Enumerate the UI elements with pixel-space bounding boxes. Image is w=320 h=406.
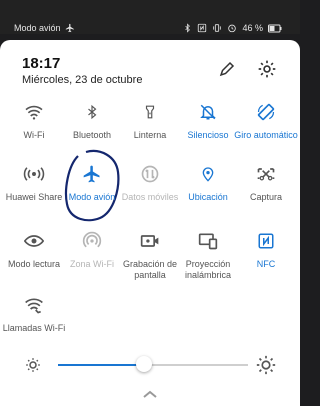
mobile-data-icon bbox=[138, 162, 162, 186]
tile-silent[interactable]: Silencioso bbox=[178, 100, 238, 160]
hand-drawn-circle-icon bbox=[64, 149, 120, 222]
brightness-thumb[interactable] bbox=[135, 356, 152, 372]
tile-label: Captura bbox=[249, 192, 283, 202]
eye-icon bbox=[22, 229, 46, 253]
tile-mobile-data[interactable]: Datos móviles bbox=[120, 162, 180, 222]
brightness-high-icon bbox=[256, 355, 276, 375]
huawei-share-icon bbox=[22, 162, 46, 186]
brightness-track[interactable] bbox=[58, 356, 248, 372]
tile-screen-record[interactable]: Grabación de pantalla bbox=[120, 229, 180, 289]
tile-flashlight[interactable]: Linterna bbox=[120, 100, 180, 160]
settings-gear-icon[interactable] bbox=[256, 58, 278, 80]
bluetooth-status-icon bbox=[185, 23, 191, 33]
airplane-icon bbox=[80, 162, 104, 186]
tile-hotspot[interactable]: Zona Wi-Fi bbox=[62, 229, 122, 289]
hotspot-icon bbox=[80, 229, 104, 253]
battery-icon bbox=[268, 24, 282, 32]
location-icon bbox=[196, 162, 220, 186]
tile-airplane-mode[interactable]: Modo avión bbox=[62, 149, 122, 222]
tile-location[interactable]: Ubicación bbox=[178, 162, 238, 222]
tile-wireless-projection[interactable]: Proyección inalámbrica bbox=[178, 229, 238, 289]
tile-label: NFC bbox=[256, 259, 276, 269]
brightness-fill bbox=[58, 364, 144, 366]
tile-nfc[interactable]: NFC bbox=[236, 229, 296, 289]
screenshot-icon bbox=[254, 162, 278, 186]
edit-icon[interactable] bbox=[216, 58, 238, 80]
brightness-slider[interactable] bbox=[22, 353, 278, 377]
tile-screenshot[interactable]: Captura bbox=[236, 162, 296, 222]
tile-label: Llamadas Wi-Fi bbox=[2, 323, 66, 333]
tile-label: Giro automático bbox=[234, 130, 298, 140]
status-airplane-label: Modo avión bbox=[14, 23, 61, 33]
nfc-icon bbox=[254, 229, 278, 253]
auto-rotate-icon bbox=[254, 100, 278, 124]
battery-percent: 46 % bbox=[242, 23, 263, 33]
quick-settings-panel: 18:17 Miércoles, 23 de octubre Wi-Fi Blu… bbox=[0, 40, 300, 406]
flashlight-icon bbox=[138, 100, 162, 124]
nfc-status-icon bbox=[198, 23, 207, 33]
airplane-status-icon bbox=[65, 23, 74, 33]
clock-time: 18:17 bbox=[22, 55, 61, 72]
tile-huawei-share[interactable]: Huawei Share bbox=[4, 162, 64, 222]
status-bar: Modo avión 46 % bbox=[0, 0, 300, 34]
screen-record-icon bbox=[138, 229, 162, 253]
tile-reading-mode[interactable]: Modo lectura bbox=[4, 229, 64, 289]
projection-icon bbox=[196, 229, 220, 253]
bluetooth-icon bbox=[80, 100, 104, 124]
wifi-icon bbox=[22, 100, 46, 124]
tile-wifi[interactable]: Wi-Fi bbox=[4, 100, 64, 160]
tile-wifi-calling[interactable]: Llamadas Wi-Fi bbox=[3, 293, 65, 353]
vibrate-status-icon bbox=[213, 24, 222, 32]
expand-chevron-icon[interactable] bbox=[140, 388, 160, 400]
alarm-status-icon bbox=[228, 24, 237, 33]
status-left: Modo avión bbox=[14, 23, 75, 33]
tile-auto-rotate[interactable]: Giro automático bbox=[234, 100, 298, 160]
wifi-calling-icon bbox=[22, 293, 46, 317]
brightness-low-icon bbox=[26, 358, 40, 372]
clock-date: Miércoles, 23 de octubre bbox=[22, 74, 143, 86]
bell-off-icon bbox=[196, 100, 220, 124]
status-right: 46 % bbox=[183, 23, 282, 33]
